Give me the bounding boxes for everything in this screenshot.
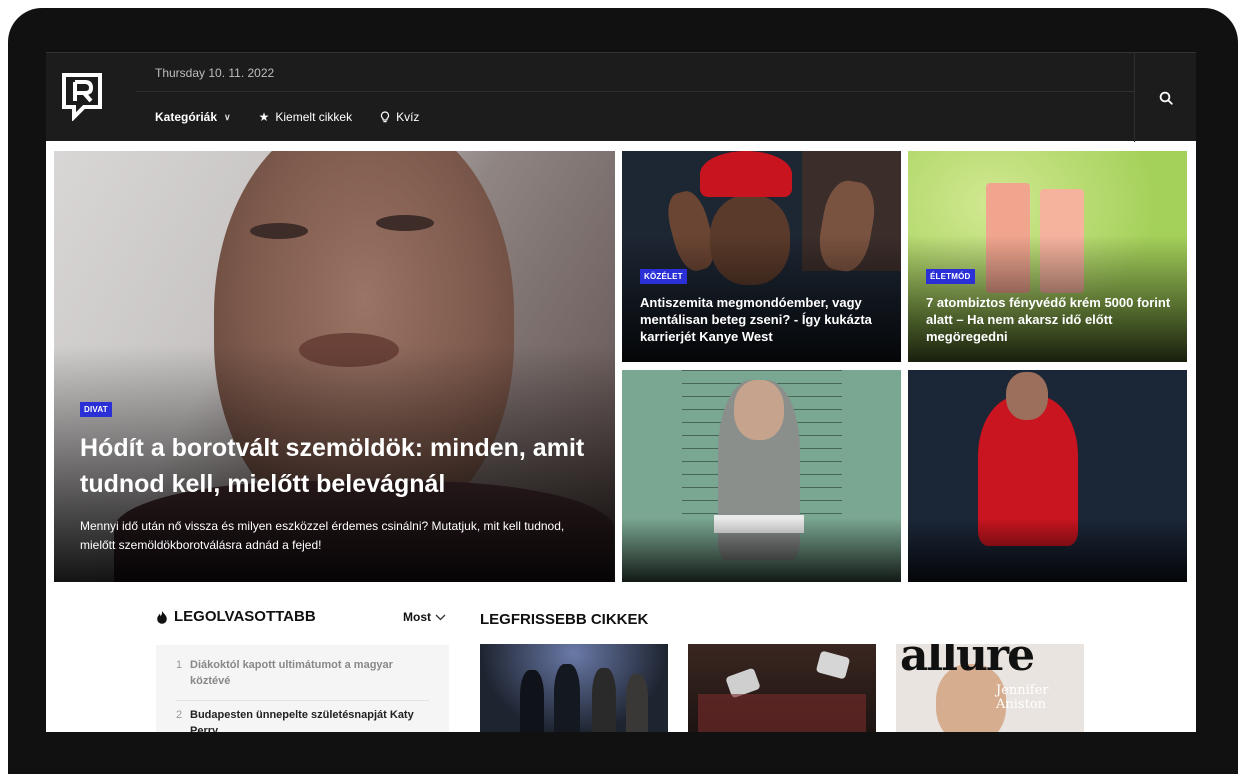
list-item-number: 1 [176,659,183,671]
category-badge[interactable]: KÖZÉLET [640,269,687,284]
card-image-head [1006,372,1048,420]
card-gradient [622,518,901,582]
card-gradient [908,518,1187,582]
list-item-number: 2 [176,709,183,721]
article-card-sunscreen[interactable]: ÉLETMÓD 7 atombiztos fényvédő krém 5000 … [908,151,1187,362]
hero-title[interactable]: Hódít a borotvált szemöldök: minden, ami… [80,430,590,502]
article-card-football[interactable] [908,370,1187,582]
thumb-image-person [626,674,648,732]
flame-icon [157,610,167,624]
thumb-image-person [520,670,544,732]
most-read-filter[interactable]: Most [403,610,446,624]
site-header: Thursday 10. 11. 2022 Kategóriák ∨ ★ Kie… [46,52,1196,142]
nav-quiz[interactable]: Kvíz [380,110,419,124]
article-card-mugshot[interactable] [622,370,901,582]
category-badge[interactable]: DIVAT [80,402,112,417]
thumb-image-people [698,694,866,732]
chevron-down-icon [435,614,446,620]
search-icon [1159,91,1173,105]
header-divider [136,91,1134,92]
card-image-head [734,380,784,440]
browser-screen: Thursday 10. 11. 2022 Kategóriák ∨ ★ Kie… [46,52,1196,732]
most-read-list: 1 Diákoktól kapott ultimátumot a magyar … [156,645,449,732]
article-card-kanye[interactable]: KÖZÉLET Antiszemita megmondóember, vagy … [622,151,901,362]
nav-categories-label: Kategóriák [155,110,218,124]
card-title[interactable]: Antiszemita megmondóember, vagy mentális… [640,294,890,345]
chevron-down-icon: ∨ [224,111,231,122]
lightbulb-icon [380,111,390,123]
card-image-hat [700,151,792,197]
list-item-text: Budapesten ünnepelte születésnapját Katy… [190,709,414,732]
card-title[interactable]: 7 atombiztos fényvédő krém 5000 forint a… [926,294,1176,345]
category-badge[interactable]: ÉLETMÓD [926,269,975,284]
list-item[interactable]: 1 Diákoktól kapott ultimátumot a magyar … [176,651,429,701]
list-item-text: Diákoktól kapott ultimátumot a magyar kö… [190,659,393,687]
search-button[interactable] [1134,53,1196,142]
most-read-filter-label: Most [403,610,431,624]
thumb-image-person [554,664,580,732]
most-read-title: LEGOLVASOTTABB [174,608,316,625]
star-icon: ★ [258,110,270,124]
thumb-image-person [592,668,616,732]
nav-categories[interactable]: Kategóriák ∨ [155,110,231,124]
magazine-logo-text: allure [900,644,1035,681]
latest-thumb-band[interactable] [480,644,668,732]
latest-heading: LEGFRISSEBB CIKKEK [480,611,648,628]
main-nav: Kategóriák ∨ ★ Kiemelt cikkek Kvíz [155,110,447,124]
latest-title: LEGFRISSEBB CIKKEK [480,611,649,628]
current-date: Thursday 10. 11. 2022 [155,66,275,80]
magazine-cover-name: Jennifer Aniston [996,683,1049,712]
nav-featured[interactable]: ★ Kiemelt cikkek [259,110,352,124]
list-item[interactable]: 2 Budapesten ünnepelte születésnapját Ka… [176,701,429,732]
latest-thumb-protest[interactable] [688,644,876,732]
hero-image-eye-right [376,215,434,231]
latest-thumb-magazine[interactable]: allure Jennifer Aniston [896,644,1084,732]
hero-image-eye-left [250,223,308,239]
nav-quiz-label: Kvíz [396,110,420,124]
hero-lead: Mennyi idő után nő vissza és milyen eszk… [80,519,565,552]
most-read-heading: LEGOLVASOTTABB [156,608,316,625]
site-logo[interactable] [60,71,104,121]
hero-article[interactable]: DIVAT Hódít a borotvált szemöldök: minde… [54,151,615,582]
nav-featured-label: Kiemelt cikkek [275,110,353,124]
